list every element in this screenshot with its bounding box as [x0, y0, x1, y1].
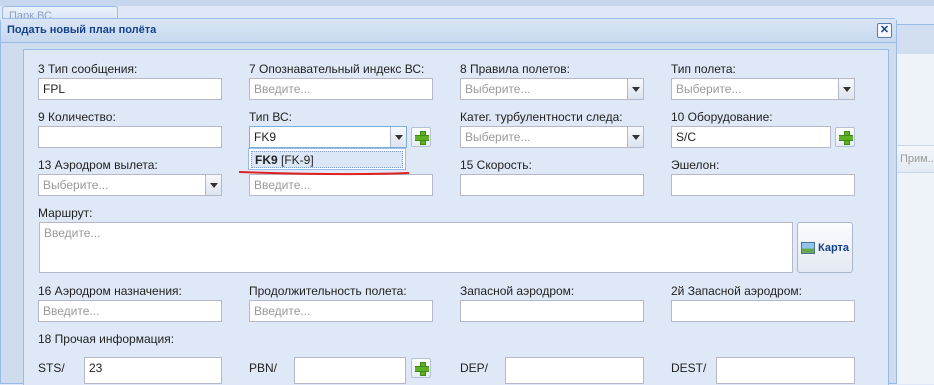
app-topbar [0, 0, 934, 6]
window-title: Подать новый план полёта [7, 24, 157, 36]
dest-aerodrome-label: 16 Аэродром назначения: [38, 284, 182, 298]
other-info-label: 18 Прочая информация: [38, 332, 175, 346]
dep-aerodrome-label: 13 Аэродром вылета: [38, 158, 158, 172]
sts-combo[interactable]: 23 [84, 357, 222, 384]
equipment-input[interactable]: S/C [671, 126, 831, 148]
dropdown-option[interactable]: FK9 [FK-9] [251, 151, 403, 168]
duration-input[interactable]: Введите... [249, 300, 433, 322]
alternate-label: Запасной аэродром: [460, 284, 575, 298]
aircraft-id-input[interactable]: Введите... [249, 78, 433, 100]
add-aircraft-type-icon[interactable] [411, 127, 431, 147]
flight-type-value: Выберите... [676, 82, 742, 96]
close-icon[interactable]: ✕ [877, 23, 892, 38]
msg-type-label: 3 Тип сообщения: [38, 62, 138, 76]
chevron-down-icon[interactable] [627, 79, 643, 99]
aircraft-type-combo[interactable]: FK9 [249, 126, 407, 148]
alternate2-label: 2й Запасной аэродром: [671, 284, 802, 298]
speed-label: 15 Скорость: [460, 158, 532, 172]
dest-aerodrome-input[interactable]: Введите... [38, 300, 222, 322]
aircraft-type-label: Тип ВС: [249, 110, 292, 124]
background-grid [896, 54, 934, 384]
highlight-underline [238, 171, 410, 176]
pbn-input[interactable] [294, 357, 406, 384]
wake-category-select[interactable]: Выберите... [460, 126, 644, 148]
map-button-label: Карта [818, 242, 850, 254]
aircraft-type-dropdown: FK9 [FK-9] [248, 148, 406, 170]
map-icon [801, 242, 815, 254]
dep-time-input[interactable]: Введите... [249, 174, 433, 196]
aircraft-id-label: 7 Опознавательный индекс ВС: [249, 62, 425, 76]
dep-aerodrome-select[interactable]: Выберите... [38, 174, 222, 196]
msg-type-input[interactable]: FPL [38, 78, 222, 100]
alternate2-input[interactable] [671, 300, 855, 322]
flight-rules-select[interactable]: Выберите... [460, 78, 644, 100]
option-code: FK9 [255, 153, 278, 167]
chevron-down-icon[interactable] [205, 175, 221, 195]
dep-aerodrome-value: Выберите... [43, 178, 109, 192]
flight-type-select[interactable]: Выберите... [671, 78, 855, 100]
number-label: 9 Количество: [38, 110, 116, 124]
add-equipment-icon[interactable] [835, 127, 855, 147]
sts-label: STS/ [38, 361, 65, 375]
chevron-down-icon[interactable] [390, 127, 406, 147]
dep-label: DEP/ [460, 361, 489, 375]
aircraft-type-value: FK9 [254, 130, 277, 144]
dest-label: DEST/ [671, 361, 707, 375]
window-header: Подать новый план полёта ✕ [1, 19, 896, 43]
level-input[interactable] [671, 174, 855, 196]
dest-input[interactable] [716, 357, 855, 384]
wake-category-label: Катег. турбулентности следа: [460, 110, 623, 124]
flight-rules-value: Выберите... [465, 82, 531, 96]
flight-rules-label: 8 Правила полетов: [460, 62, 570, 76]
chevron-down-icon[interactable] [838, 79, 854, 99]
speed-input[interactable] [460, 174, 644, 196]
equipment-label: 10 Оборудование: [671, 110, 773, 124]
route-label: Маршрут: [38, 206, 93, 220]
dep-input[interactable] [505, 357, 644, 384]
pbn-label: PBN/ [249, 361, 278, 375]
wake-category-value: Выберите... [465, 130, 531, 144]
alternate-input[interactable] [460, 300, 644, 322]
map-button[interactable]: Карта [797, 222, 853, 273]
flight-type-label: Тип полета: [671, 62, 736, 76]
option-detail: [FK-9] [277, 153, 314, 167]
route-textarea[interactable]: Введите... [39, 222, 793, 273]
sts-value: 23 [89, 361, 103, 375]
duration-label: Продолжительность полета: [249, 284, 407, 298]
level-label: Эшелон: [671, 158, 720, 172]
add-pbn-icon[interactable] [411, 358, 431, 378]
background-column-header: Прим... [896, 145, 934, 173]
chevron-down-icon[interactable] [627, 127, 643, 147]
number-input[interactable] [38, 126, 222, 148]
